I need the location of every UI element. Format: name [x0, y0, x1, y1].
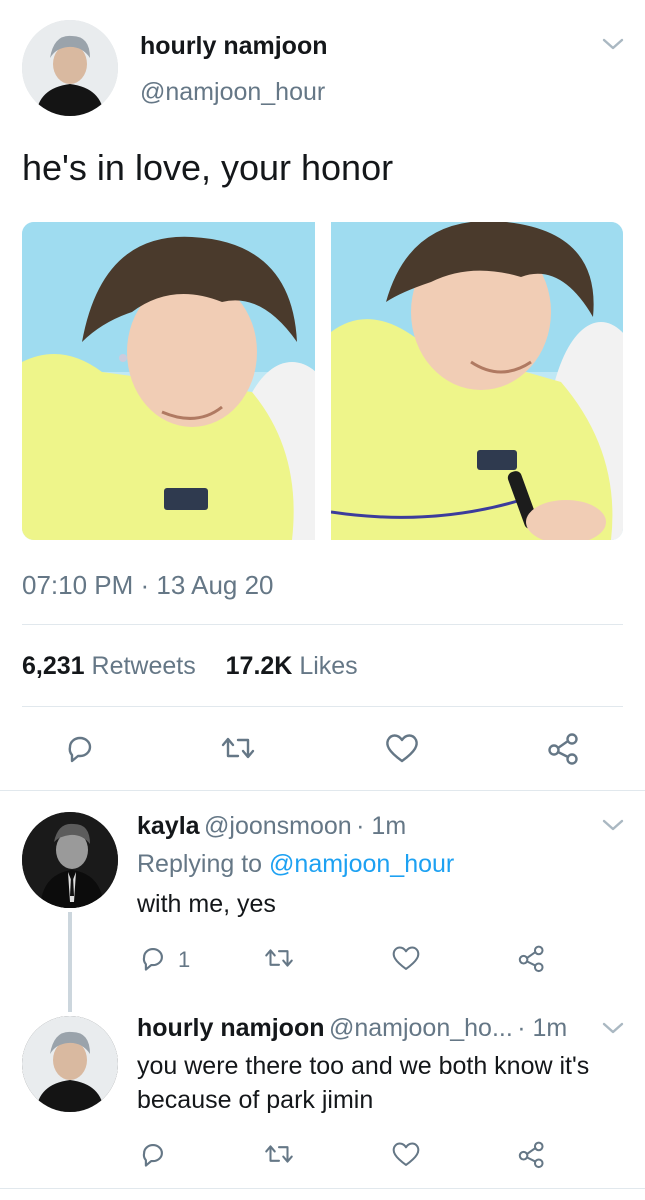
tweet-stats: 6,231 Retweets 17.2K Likes — [22, 652, 358, 681]
like-icon[interactable] — [390, 942, 422, 974]
divider — [0, 1188, 645, 1189]
divider — [22, 706, 623, 707]
author-handle[interactable]: @namjoon_hour — [140, 78, 325, 107]
tweet-timestamp[interactable]: 07:10 PM · 13 Aug 20 — [22, 570, 274, 601]
reply-text-line-2: because of park jimin — [137, 1086, 374, 1114]
retweet-icon[interactable] — [262, 942, 296, 974]
like-icon[interactable] — [383, 730, 421, 766]
reply-time: · 1m — [517, 1014, 568, 1042]
reply-count: 1 — [178, 947, 191, 972]
reply-header: kayla @joonsmoon · 1m — [137, 812, 406, 841]
reply-icon[interactable] — [62, 730, 98, 766]
retweets-count: 6,231 — [22, 652, 85, 680]
divider — [22, 624, 623, 625]
share-icon[interactable] — [516, 1138, 548, 1170]
divider — [0, 790, 645, 791]
tweet-text: he's in love, your honor — [22, 147, 394, 188]
thread-line — [68, 912, 72, 1012]
retweet-icon[interactable] — [262, 1138, 296, 1170]
reply-icon[interactable] — [137, 1138, 169, 1170]
replying-to: Replying to @namjoon_hour — [137, 850, 454, 879]
share-icon[interactable] — [545, 730, 583, 766]
retweet-icon[interactable] — [218, 730, 258, 766]
likes-stat[interactable]: 17.2K Likes — [226, 652, 358, 680]
reply-avatar[interactable] — [22, 812, 118, 908]
author-display-name[interactable]: hourly namjoon — [140, 32, 328, 61]
mention-link[interactable]: @namjoon_hour — [269, 850, 454, 878]
chevron-down-icon[interactable] — [600, 1018, 626, 1043]
chevron-down-icon[interactable] — [600, 34, 626, 54]
reply-handle[interactable]: @joonsmoon — [204, 812, 352, 840]
chevron-down-icon[interactable] — [600, 815, 626, 840]
reply-icon[interactable] — [137, 942, 169, 974]
reply-display-name[interactable]: hourly namjoon — [137, 1014, 325, 1042]
tweet-photo-2[interactable] — [331, 222, 623, 540]
likes-count: 17.2K — [225, 652, 293, 680]
reply-text-line-1: you were there too and we both know it's — [137, 1052, 590, 1080]
author-avatar[interactable] — [22, 20, 118, 116]
like-icon[interactable] — [390, 1138, 422, 1170]
retweets-stat[interactable]: 6,231 Retweets — [22, 652, 203, 680]
retweets-label: Retweets — [91, 652, 196, 680]
reply-handle[interactable]: @namjoon_ho... — [329, 1014, 513, 1042]
reply-text: with me, yes — [137, 890, 276, 918]
replying-prefix: Replying to — [137, 850, 263, 878]
reply-avatar[interactable] — [22, 1016, 118, 1112]
tweet-photo-1[interactable] — [22, 222, 315, 540]
reply-time: · 1m — [356, 812, 407, 840]
likes-label: Likes — [299, 652, 358, 680]
share-icon[interactable] — [516, 942, 548, 974]
reply-display-name[interactable]: kayla — [137, 812, 200, 840]
reply-header: hourly namjoon @namjoon_ho... · 1m — [137, 1014, 567, 1043]
